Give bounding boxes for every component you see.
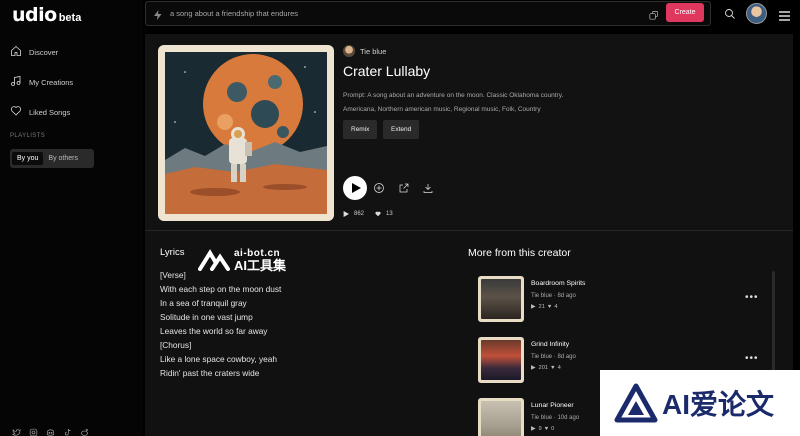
song-tags[interactable]: Americana, Northern american music, Regi…: [343, 106, 541, 113]
creator-link[interactable]: Tie blue: [343, 45, 386, 57]
sidebar-item-discover[interactable]: Discover: [10, 45, 58, 59]
tiktok-icon[interactable]: [63, 424, 72, 436]
play-icon: [352, 183, 361, 193]
song-thumbnail: [478, 398, 524, 436]
like-count: 13: [386, 211, 393, 217]
ai-lunwen-logo-icon: [614, 383, 658, 423]
section-divider: [145, 230, 793, 231]
lightning-icon: [152, 8, 164, 20]
more-from-creator-heading: More from this creator: [468, 247, 571, 259]
shuffle-prompt-icon[interactable]: [648, 8, 659, 20]
social-links: [11, 424, 89, 436]
user-avatar[interactable]: [746, 3, 767, 24]
prompt-input[interactable]: a song about a friendship that endures: [145, 1, 711, 26]
logo-text: udio: [12, 4, 57, 26]
reddit-icon[interactable]: [80, 424, 89, 436]
song-header: Tie blue Crater Lullaby Prompt: A song a…: [145, 34, 793, 228]
heart-icon: [10, 105, 22, 119]
list-item-meta: Tie blue · 8d ago: [531, 354, 576, 360]
lyrics-line: [Verse]: [160, 270, 186, 280]
extend-button[interactable]: Extend: [383, 120, 420, 139]
watermark-text: AI爱论文: [662, 389, 775, 420]
song-thumbnail: [478, 337, 524, 383]
song-thumbnail: [478, 276, 524, 322]
astronaut-moon-artwork: [165, 52, 327, 214]
instagram-icon[interactable]: [29, 424, 38, 436]
playlists-section-label: PLAYLISTS: [10, 133, 46, 139]
download-icon[interactable]: [422, 181, 434, 193]
list-item[interactable]: Boardroom Spirits Tie blue · 8d ago ▶ 21…: [478, 276, 778, 326]
top-bar: a song about a friendship that endures C…: [143, 0, 800, 27]
more-options-icon[interactable]: •••: [745, 292, 759, 303]
music-note-icon: [10, 75, 22, 89]
like-count-icon[interactable]: [375, 211, 381, 217]
list-item-title: Grind Infinity: [531, 341, 570, 348]
sidebar-item-liked-songs[interactable]: Liked Songs: [10, 105, 70, 119]
play-count-icon: [343, 211, 349, 217]
sidebar: udio beta Discover My Creations Liked So…: [0, 0, 143, 436]
search-icon[interactable]: [724, 7, 736, 19]
create-button[interactable]: Create: [666, 3, 704, 22]
play-button[interactable]: [343, 176, 367, 200]
song-prompt: Prompt: A song about an adventure on the…: [343, 92, 564, 99]
sidebar-item-label: Liked Songs: [29, 107, 71, 117]
logo-beta-badge: beta: [58, 12, 82, 24]
remix-button[interactable]: Remix: [343, 120, 378, 139]
list-item-stats: ▶ 9 ♥ 0: [531, 426, 555, 432]
more-options-icon[interactable]: •••: [745, 353, 759, 364]
discord-icon[interactable]: [46, 424, 55, 436]
lyrics-line: Leaves the world so far away: [160, 326, 268, 336]
list-item-meta: Tie blue · 8d ago: [531, 293, 576, 299]
list-item-title: Lunar Pioneer: [531, 402, 574, 409]
lyrics-line: With each step on the moon dust: [160, 284, 282, 294]
creator-avatar: [343, 45, 355, 57]
twitter-icon[interactable]: [11, 424, 21, 436]
sidebar-item-label: Discover: [29, 47, 59, 57]
song-stats: 862 13: [343, 211, 393, 217]
sidebar-item-my-creations[interactable]: My Creations: [10, 75, 73, 89]
playlist-owner-toggle: By you By others: [10, 149, 94, 168]
add-to-playlist-icon[interactable]: [373, 181, 385, 193]
list-item-title: Boardroom Spirits: [531, 280, 586, 287]
ai-lunwen-watermark: AI爱论文: [600, 370, 800, 436]
lyrics-heading: Lyrics: [160, 247, 185, 258]
sidebar-item-label: My Creations: [29, 77, 74, 87]
hamburger-menu-icon[interactable]: [779, 8, 790, 21]
album-cover-image: [158, 45, 334, 221]
lyrics-line: Ridin' past the craters wide: [160, 368, 260, 378]
udio-logo[interactable]: udio beta: [12, 4, 81, 26]
toggle-by-others[interactable]: By others: [43, 152, 83, 165]
lyrics-line: Solitude in one vast jump: [160, 312, 253, 322]
song-title: Crater Lullaby: [343, 63, 431, 79]
share-icon[interactable]: [398, 181, 410, 193]
list-item-meta: Tie blue · 10d ago: [531, 415, 580, 421]
prompt-input-text: a song about a friendship that endures: [170, 9, 299, 18]
list-item-stats: ▶ 201 ♥ 4: [531, 365, 561, 371]
lyrics-body: [Verse] With each step on the moon dust …: [160, 268, 281, 380]
lyrics-line: [Chorus]: [160, 340, 192, 350]
lyrics-line: Like a lone space cowboy, yeah: [160, 354, 277, 364]
creator-name: Tie blue: [360, 46, 387, 56]
lyrics-line: In a sea of tranquil gray: [160, 298, 247, 308]
home-icon: [10, 45, 22, 59]
toggle-by-you[interactable]: By you: [12, 152, 44, 165]
play-count: 862: [354, 211, 365, 217]
list-item-stats: ▶ 21 ♥ 4: [531, 304, 558, 310]
